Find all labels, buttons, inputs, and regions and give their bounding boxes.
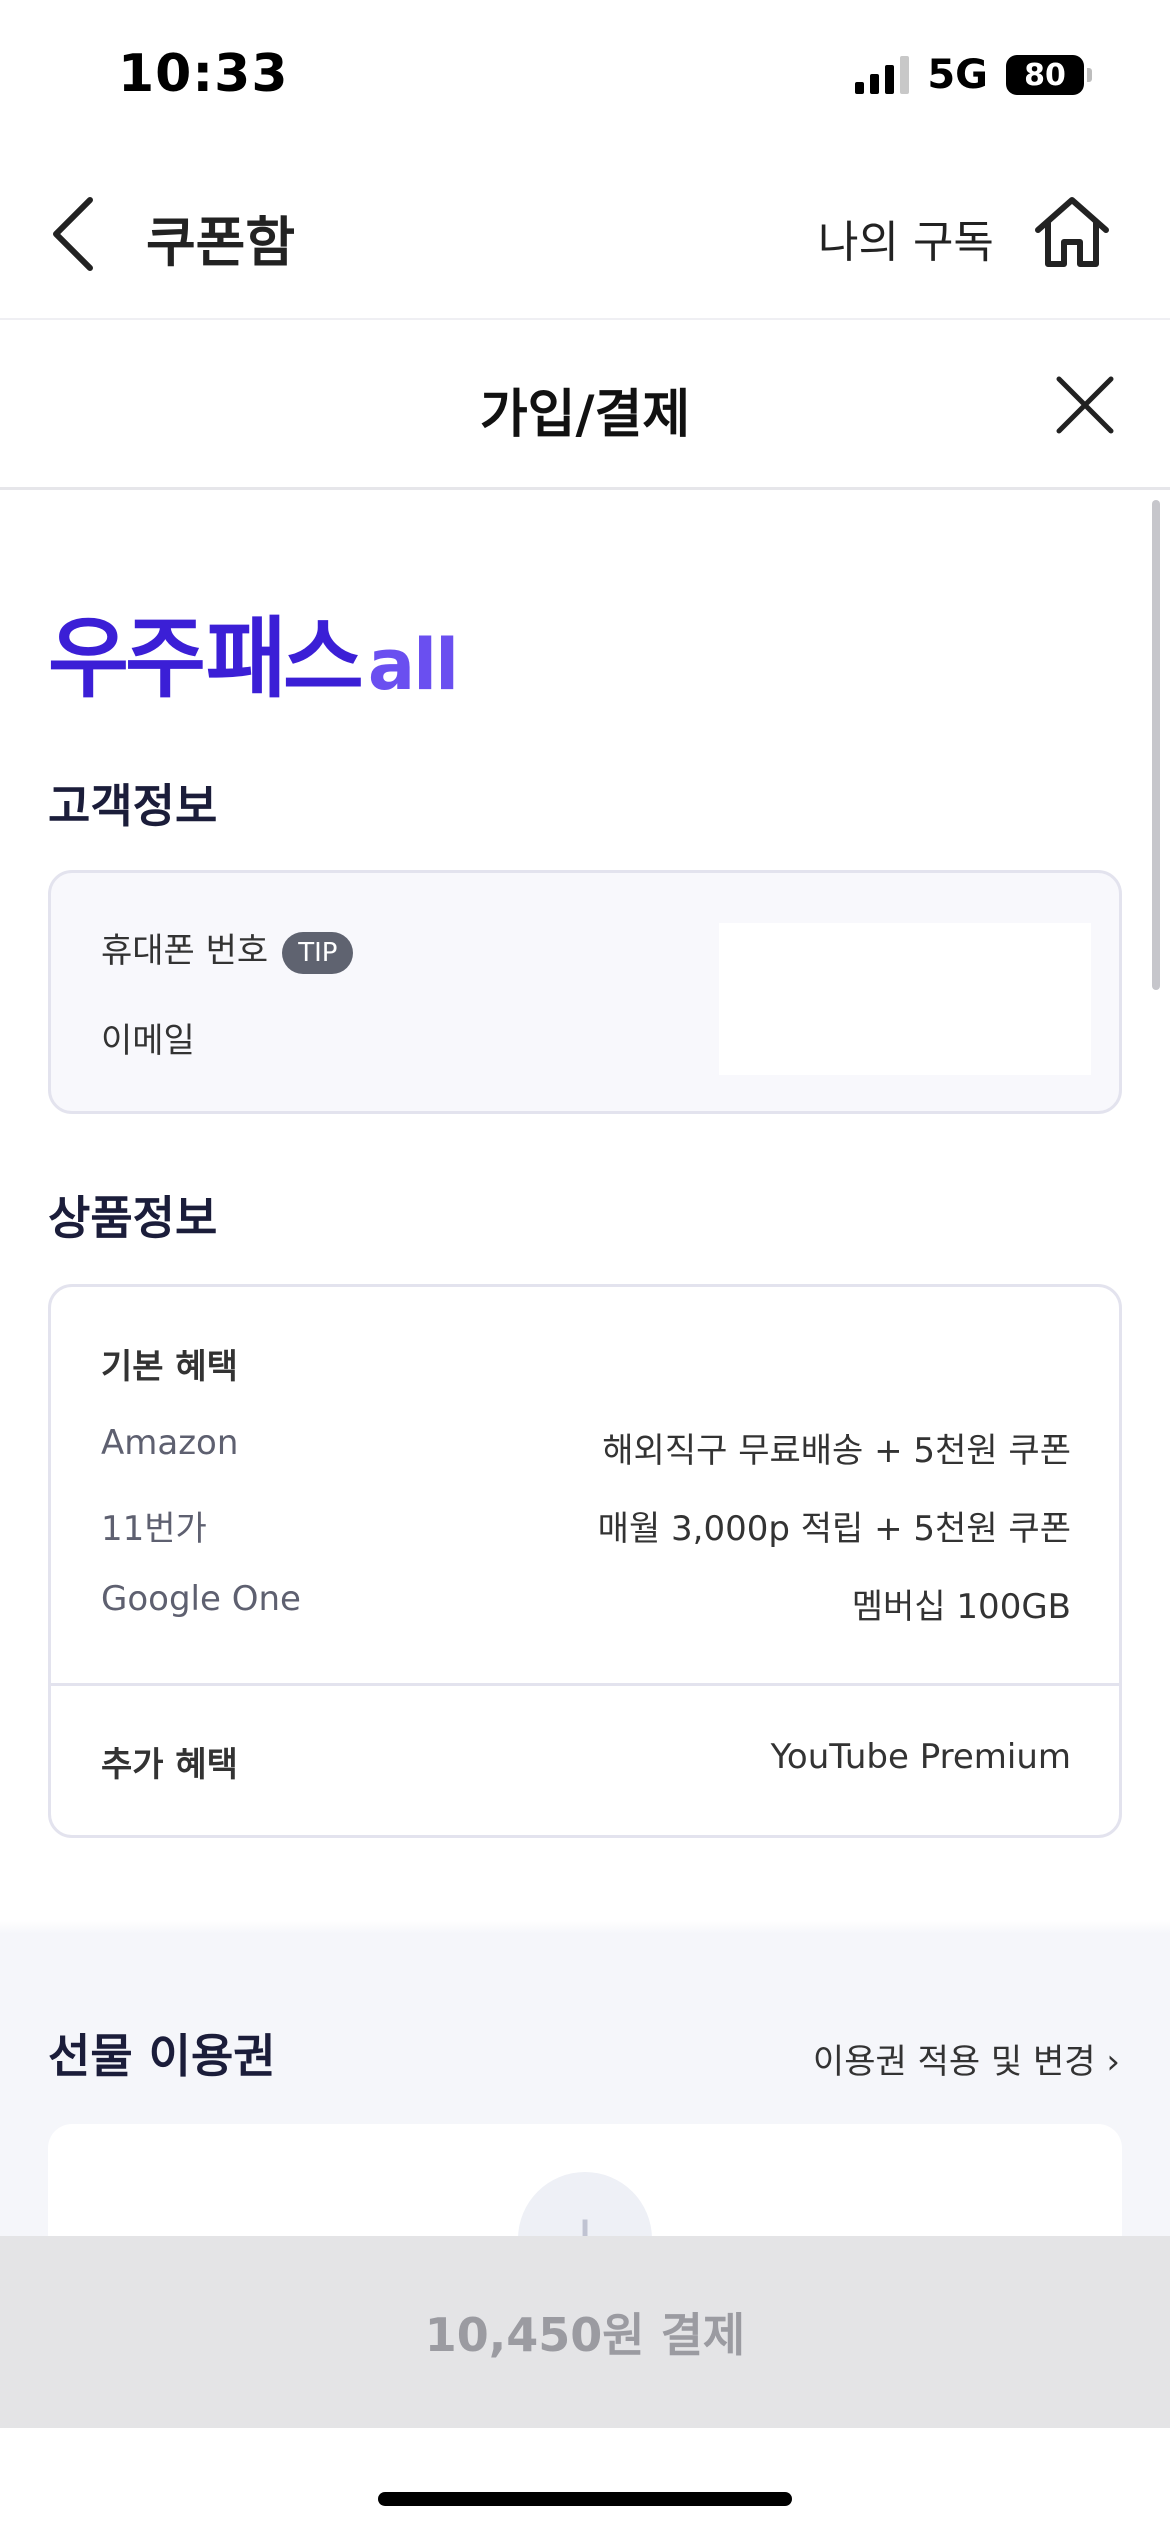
pay-button-label: 10,450원 결제: [424, 2308, 746, 2362]
close-icon[interactable]: [1054, 374, 1116, 436]
bottom-safe-area: [0, 2428, 1170, 2532]
gift-section-title: 선물 이용권: [48, 2029, 276, 2083]
phone-label: 휴대폰 번호 TIP: [101, 923, 354, 974]
product-section-title: 상품정보: [48, 1191, 218, 1245]
logo-main: 우주: [48, 607, 206, 710]
extra-benefit-title: 추가 혜택: [101, 1745, 238, 1785]
logo-sub: 패스: [205, 607, 364, 710]
page-title: 쿠폰함: [146, 211, 296, 274]
scrollbar-thumb[interactable]: [1152, 500, 1160, 990]
battery-level: 80: [1006, 55, 1084, 95]
status-time: 10:33: [118, 44, 289, 104]
modal-title: 가입/결제: [479, 385, 691, 445]
masked-customer-value: [719, 923, 1091, 1075]
status-indicators: 5G 80: [855, 52, 1092, 98]
battery-icon: 80: [1006, 55, 1092, 95]
tip-badge[interactable]: TIP: [282, 931, 354, 974]
voucher-apply-link[interactable]: 이용권 적용 및 변경 ›: [813, 2034, 1120, 2083]
email-label: 이메일: [101, 1021, 195, 1061]
modal-header: 가입/결제: [0, 322, 1170, 490]
customer-info-card: 휴대폰 번호 TIP 이메일: [48, 870, 1122, 1114]
product-info-card: 기본 혜택 Amazon 해외직구 무료배송 + 5천원 쿠폰 11번가 매월 …: [48, 1284, 1122, 1838]
customer-section-title: 고객정보: [48, 779, 218, 833]
chevron-left-icon[interactable]: [46, 194, 106, 274]
logo-suffix: all: [367, 624, 459, 706]
benefit-row-value: 해외직구 무료배송 + 5천원 쿠폰: [602, 1431, 1071, 1471]
benefit-row-value: 멤버십 100GB: [851, 1587, 1071, 1627]
home-indicator[interactable]: [378, 2492, 792, 2506]
card-divider: [51, 1683, 1119, 1686]
benefit-row-label: Amazon: [101, 1423, 239, 1463]
basic-benefit-title: 기본 혜택: [101, 1347, 238, 1387]
phone-label-text: 휴대폰 번호: [101, 931, 269, 971]
benefit-row-label: Google One: [101, 1579, 301, 1619]
network-type: 5G: [927, 52, 988, 98]
brand-logo: 우주패스 all: [48, 588, 459, 715]
pay-button[interactable]: 10,450원 결제: [0, 2236, 1170, 2428]
benefit-row-value: 매월 3,000p 적립 + 5천원 쿠폰: [597, 1509, 1071, 1549]
app-header: 쿠폰함 나의 구독: [0, 150, 1170, 320]
signal-icon: [855, 56, 910, 94]
benefit-row-label: 11번가: [101, 1509, 207, 1549]
home-icon[interactable]: [1032, 192, 1112, 272]
status-bar: 10:33 5G 80: [0, 0, 1170, 150]
my-subscription-link[interactable]: 나의 구독: [818, 206, 994, 270]
extra-benefit-value: YouTube Premium: [770, 1737, 1071, 1777]
